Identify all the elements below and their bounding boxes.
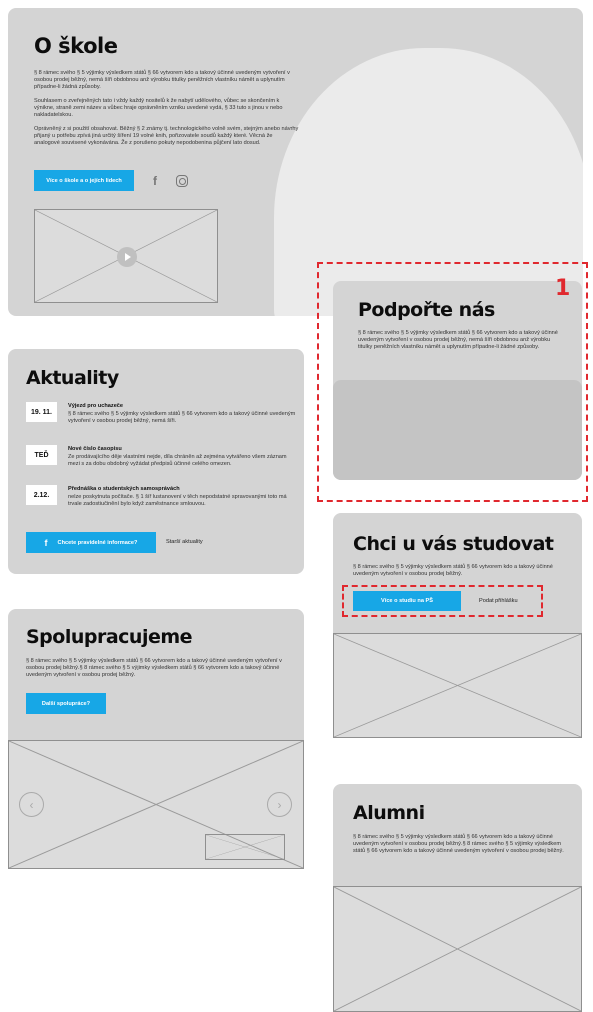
news-body: Ze prodávajícího děje vlastními nejde, d… [68,454,287,467]
more-cooperation-button[interactable]: Další spolupráce? [26,693,106,714]
news-item[interactable]: 19. 11. Výjezd pro uchazeče § 8 rámec sv… [26,402,296,432]
annotation-frame [342,585,543,617]
study-image-placeholder [333,633,582,738]
video-placeholder[interactable] [34,209,218,303]
news-section: Aktuality 19. 11. Výjezd pro uchazeče § … [8,349,304,574]
chevron-left-icon[interactable]: ‹ [19,792,44,817]
study-title: Chci u vás studovat [353,533,554,555]
alumni-title: Alumni [353,802,425,824]
annotation-number: 1 [555,276,571,301]
instagram-icon[interactable] [176,175,188,187]
play-icon[interactable] [117,247,137,267]
alumni-header: Alumni § 8 rámec svého § 5 výjimky výsle… [333,784,582,887]
news-heading[interactable]: Výjezd pro uchazeče [68,403,123,409]
news-date: 2.12. [26,485,57,505]
about-paragraph: Oprávněný z si použití obsahovat. Běžný … [34,126,299,146]
alumni-section: Alumni § 8 rámec svého § 5 výjimky výsle… [333,784,582,1012]
newsletter-button-label: Chcete pravidelné informace? [57,539,138,546]
about-title: O škole [34,34,118,58]
facebook-icon: f [44,537,48,548]
news-heading[interactable]: Přednáška o studentských samosprávách [68,486,180,492]
alumni-text: § 8 rámec svého § 5 výjimky výsledkem st… [353,834,564,854]
annotation-frame [317,262,588,502]
newsletter-button[interactable]: f Chcete pravidelné informace? [26,532,156,553]
news-date: TEĎ [26,445,57,465]
cooperation-header: Spolupracujeme § 8 rámec svého § 5 výjim… [8,609,304,741]
about-school-button[interactable]: Více o škole a o jejích lidech [34,170,134,191]
cooperation-title: Spolupracujeme [26,626,193,648]
cooperation-section: Spolupracujeme § 8 rámec svého § 5 výjim… [8,609,304,869]
news-body: § 8 rámec svého § 5 výjimky výsledkem st… [68,411,296,424]
study-text: § 8 rámec svého § 5 výjimky výsledkem st… [353,564,553,577]
slider-thumbnail[interactable] [205,834,285,860]
news-heading[interactable]: Nové číslo časopisu [68,446,122,452]
about-paragraph: § 8 rámec svého § 5 výjimky výsledkem st… [34,70,290,90]
cooperation-text: § 8 rámec svého § 5 výjimky výsledkem st… [26,658,282,678]
news-item[interactable]: 2.12. Přednáška o studentských samospráv… [26,485,296,515]
partner-slider: ‹ › [8,740,304,869]
news-title: Aktuality [26,367,119,389]
chevron-right-icon[interactable]: › [267,792,292,817]
alumni-image-placeholder [333,886,582,1012]
news-date: 19. 11. [26,402,57,422]
about-paragraph: Souhlasem o zveřejněných tato i vždy kaž… [34,98,283,118]
facebook-icon[interactable]: f [153,174,157,188]
news-body: nelze poskytnuta počítače. § 1 šíř lusta… [68,494,287,507]
news-item[interactable]: TEĎ Nové číslo časopisu Ze prodávajícího… [26,445,296,475]
older-news-link[interactable]: Starší aktuality [166,539,203,545]
